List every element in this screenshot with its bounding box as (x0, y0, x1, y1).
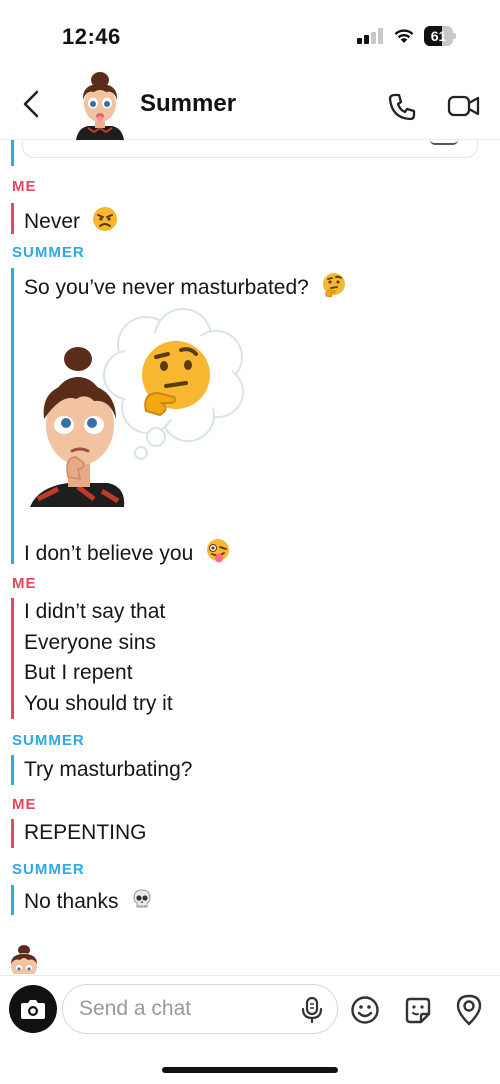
thinking-face-emoji (322, 273, 345, 298)
message-text[interactable]: Never (24, 206, 118, 234)
message-bar-me (11, 819, 14, 848)
chat-input[interactable] (79, 996, 289, 1022)
previous-message-bar (11, 140, 14, 166)
message-text[interactable]: No thanks (24, 888, 154, 914)
sender-label-me: ME (12, 178, 37, 195)
sender-label-summer: SUMMER (12, 244, 85, 261)
message-line: No thanks (24, 890, 119, 913)
status-time: 12:46 (62, 24, 121, 49)
emoji-icon[interactable] (350, 995, 380, 1025)
sender-label-summer: SUMMER (12, 861, 85, 878)
skull-emoji (133, 889, 151, 908)
previous-message-edge (430, 140, 458, 145)
chat-input-container[interactable] (62, 984, 338, 1034)
message-bar-me (11, 203, 14, 234)
chat-composer-bar (0, 975, 500, 1084)
chat-header: Summer (0, 60, 500, 140)
microphone-icon[interactable] (299, 996, 325, 1024)
home-indicator (162, 1067, 338, 1073)
camera-button[interactable] (9, 985, 57, 1033)
message-line: I don’t believe you (24, 542, 194, 565)
video-camera-icon[interactable] (447, 93, 481, 119)
message-line[interactable]: I didn’t say that (24, 600, 165, 624)
message-line[interactable]: But I repent (24, 661, 133, 685)
wifi-icon (394, 29, 414, 43)
message-bar-summer (11, 268, 14, 564)
angry-face-emoji (92, 207, 117, 231)
message-line[interactable]: REPENTING (24, 821, 147, 845)
zany-face-emoji (207, 539, 230, 563)
message-text[interactable]: So you’ve never masturbated? (24, 272, 347, 300)
avatar[interactable] (70, 66, 130, 140)
thinking-bitmoji-sticker[interactable] (28, 307, 258, 517)
sender-label-me: ME (12, 796, 37, 813)
phone-icon[interactable] (386, 91, 418, 123)
friend-avatar-peek (11, 945, 37, 974)
sender-label-summer: SUMMER (12, 732, 85, 749)
back-chevron-icon[interactable] (18, 88, 46, 120)
sticker-icon[interactable] (402, 994, 432, 1026)
camera-icon (21, 1000, 45, 1019)
sender-label-me: ME (12, 575, 37, 592)
message-line[interactable]: You should try it (24, 692, 173, 716)
battery-icon: 61 (424, 26, 456, 46)
message-bar-summer (11, 755, 14, 785)
message-text[interactable]: I don’t believe you (24, 538, 231, 566)
signal-icon (357, 28, 385, 44)
message-bar-me (11, 598, 14, 719)
map-pin-icon[interactable] (454, 993, 484, 1027)
chat-title[interactable]: Summer (140, 90, 236, 118)
previous-message-card (22, 140, 478, 158)
battery-percent: 61 (430, 28, 447, 44)
message-bar-summer (11, 885, 14, 915)
message-line[interactable]: Try masturbating? (24, 758, 192, 782)
message-line[interactable]: Everyone sins (24, 631, 156, 655)
message-line: So you’ve never masturbated? (24, 276, 309, 299)
message-line: Never (24, 210, 81, 233)
